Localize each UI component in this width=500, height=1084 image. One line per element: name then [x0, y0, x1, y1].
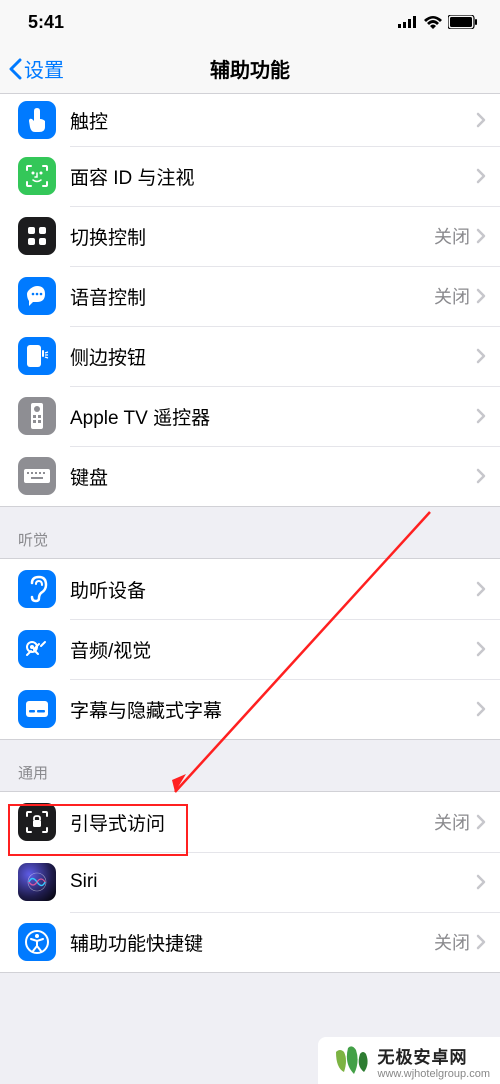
row-side-button[interactable]: 侧边按钮 [0, 326, 500, 386]
chevron-right-icon [476, 701, 486, 717]
audio-visual-icon [18, 630, 56, 668]
chevron-right-icon [476, 874, 486, 890]
nav-bar: 设置 辅助功能 [0, 44, 500, 94]
chevron-right-icon [476, 814, 486, 830]
remote-icon [18, 397, 56, 435]
accessibility-icon [18, 923, 56, 961]
row-label: 键盘 [70, 463, 476, 490]
row-label: 语音控制 [70, 283, 434, 310]
chevron-right-icon [476, 641, 486, 657]
section-header-general: 通用 [0, 740, 500, 791]
page-title: 辅助功能 [210, 54, 290, 83]
row-value: 关闭 [434, 283, 470, 309]
switch-control-icon [18, 217, 56, 255]
row-hearing-devices[interactable]: 助听设备 [0, 559, 500, 619]
chevron-right-icon [476, 934, 486, 950]
battery-icon [448, 15, 478, 29]
row-label: Apple TV 遥控器 [70, 403, 476, 430]
subtitles-icon [18, 690, 56, 728]
chevron-left-icon [8, 58, 22, 80]
watermark-logo-icon [332, 1046, 370, 1078]
side-button-icon [18, 337, 56, 375]
row-accessibility-shortcut[interactable]: 辅助功能快捷键 关闭 [0, 912, 500, 972]
touch-icon [18, 101, 56, 139]
guided-access-icon [18, 803, 56, 841]
row-guided-access[interactable]: 引导式访问 关闭 [0, 792, 500, 852]
chevron-right-icon [476, 468, 486, 484]
siri-icon [18, 863, 56, 901]
row-label: 引导式访问 [70, 809, 434, 836]
row-label: 面容 ID 与注视 [70, 163, 476, 190]
row-appletv-remote[interactable]: Apple TV 遥控器 [0, 386, 500, 446]
chevron-right-icon [476, 581, 486, 597]
row-label: 音频/视觉 [70, 636, 476, 663]
faceid-icon [18, 157, 56, 195]
chevron-right-icon [476, 112, 486, 128]
chevron-right-icon [476, 228, 486, 244]
wifi-icon [424, 16, 442, 29]
row-label: 侧边按钮 [70, 343, 476, 370]
chevron-right-icon [476, 348, 486, 364]
row-keyboard[interactable]: 键盘 [0, 446, 500, 506]
row-value: 关闭 [434, 809, 470, 835]
row-label: 字幕与隐藏式字幕 [70, 696, 476, 723]
row-value: 关闭 [434, 929, 470, 955]
rows-group-1: 助听设备 音频/视觉 字幕与隐藏式字幕 [0, 558, 500, 740]
row-subtitles[interactable]: 字幕与隐藏式字幕 [0, 679, 500, 739]
back-label: 设置 [24, 54, 64, 83]
section-header-hearing: 听觉 [0, 507, 500, 558]
row-label: 触控 [70, 107, 476, 134]
rows-group-0: 触控 面容 ID 与注视 切换控制 关闭 语音控制 关闭 [0, 94, 500, 507]
status-time: 5:41 [28, 12, 64, 33]
watermark-title: 无极安卓网 [378, 1043, 491, 1068]
row-siri[interactable]: Siri [0, 852, 500, 912]
row-label: 助听设备 [70, 576, 476, 603]
chevron-right-icon [476, 288, 486, 304]
row-touch[interactable]: 触控 [0, 94, 500, 146]
row-voice-control[interactable]: 语音控制 关闭 [0, 266, 500, 326]
row-label: Siri [70, 871, 476, 893]
watermark-sub: www.wjhotelgroup.com [378, 1068, 491, 1080]
keyboard-icon [18, 457, 56, 495]
row-value: 关闭 [434, 223, 470, 249]
row-label: 辅助功能快捷键 [70, 929, 434, 956]
content: 触控 面容 ID 与注视 切换控制 关闭 语音控制 关闭 [0, 94, 500, 973]
row-switch-control[interactable]: 切换控制 关闭 [0, 206, 500, 266]
row-label: 切换控制 [70, 223, 434, 250]
signal-icon [398, 16, 418, 28]
chevron-right-icon [476, 168, 486, 184]
row-faceid[interactable]: 面容 ID 与注视 [0, 146, 500, 206]
watermark: 无极安卓网 www.wjhotelgroup.com [318, 1037, 500, 1084]
row-audio-visual[interactable]: 音频/视觉 [0, 619, 500, 679]
back-button[interactable]: 设置 [0, 54, 64, 83]
status-icons [398, 15, 478, 29]
status-bar: 5:41 [0, 0, 500, 44]
voice-control-icon [18, 277, 56, 315]
rows-group-2: 引导式访问 关闭 Siri 辅助功能快捷键 关闭 [0, 791, 500, 973]
ear-icon [18, 570, 56, 608]
chevron-right-icon [476, 408, 486, 424]
